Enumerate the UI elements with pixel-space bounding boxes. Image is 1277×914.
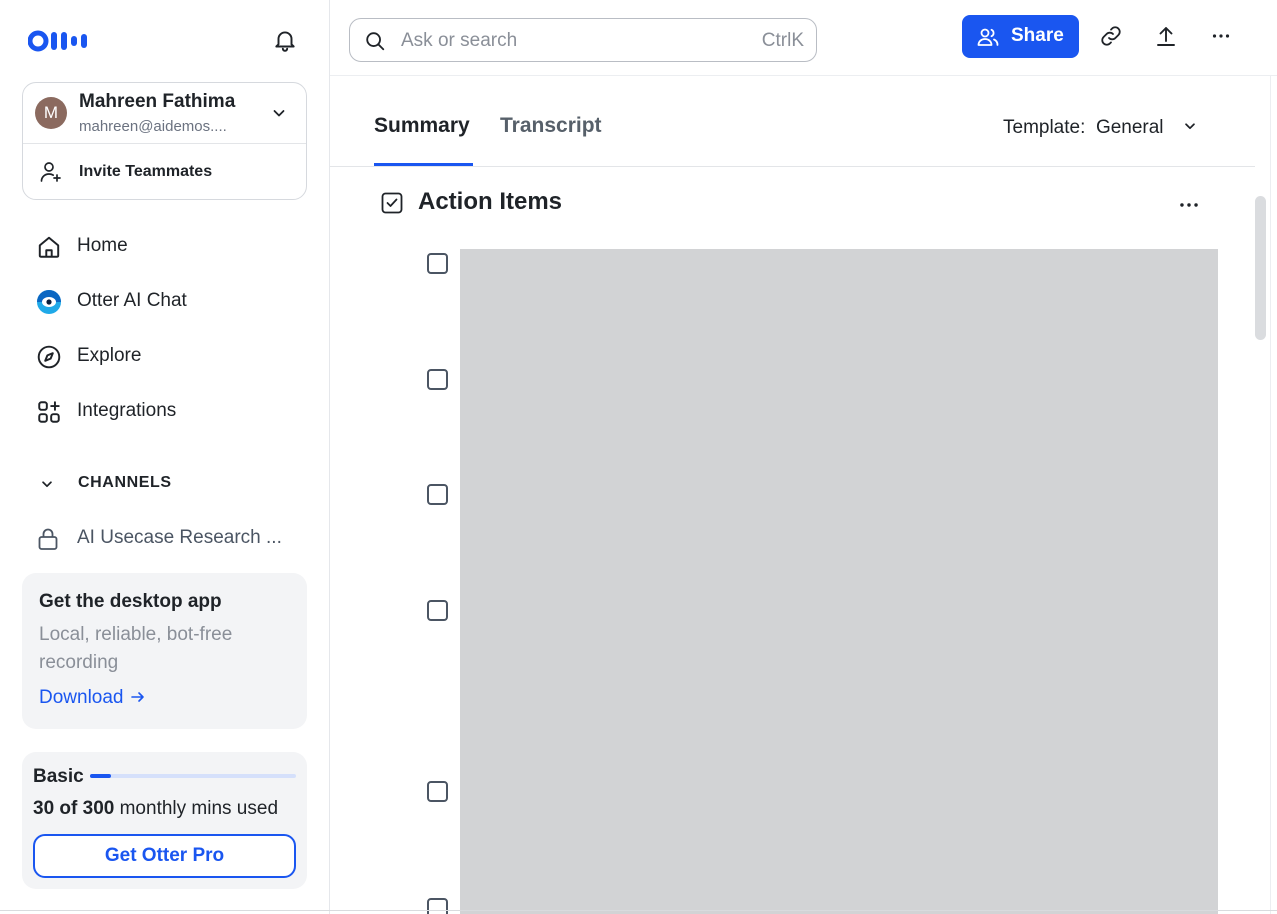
chevron-down-icon [1183,117,1197,131]
usage-count: 30 of 300 [33,798,115,819]
download-link-label: Download [39,687,124,708]
otter-app: M Mahreen Fathima mahreen@aidemos.... In… [0,0,1277,914]
top-bar: Ask or search CtrlK Share [330,0,1277,76]
more-horizontal-icon[interactable] [1209,24,1233,48]
active-tab-indicator [374,163,473,166]
action-item-checkbox[interactable] [427,781,448,802]
upload-icon[interactable] [1154,24,1178,48]
apps-grid-icon [36,399,62,425]
otter-logo[interactable] [27,28,98,54]
action-item-checkbox[interactable] [427,484,448,505]
invite-teammates-label: Invite Teammates [79,163,213,180]
account-card: M Mahreen Fathima mahreen@aidemos.... In… [22,82,307,200]
action-item-checkbox[interactable] [427,898,448,914]
sidebar-item-label: Otter AI Chat [77,290,187,311]
checkbox-checked-icon [380,191,404,215]
action-item-checkbox[interactable] [427,369,448,390]
usage-suffix: monthly mins used [114,798,279,819]
search-shortcut: CtrlK [761,30,804,51]
account-name: Mahreen Fathima [79,91,236,112]
avatar: M [35,97,67,129]
search-placeholder: Ask or search [401,30,518,51]
section-title: Action Items [418,188,563,215]
sidebar-item-label: Explore [77,345,142,366]
desktop-app-promo: Get the desktop app Local, reliable, bot… [22,573,307,729]
main-content: Summary Transcript Template: General Act… [330,76,1277,914]
divider [1270,76,1271,914]
sidebar-item-label: Home [77,235,128,256]
account-email: mahreen@aidemos.... [79,118,227,135]
sidebar-item-explore[interactable]: Explore [22,334,307,378]
template-selector[interactable]: Template: General [1003,117,1197,139]
link-icon[interactable] [1099,24,1123,48]
action-item-checkbox[interactable] [427,600,448,621]
promo-title: Get the desktop app [39,591,222,612]
usage-progress-fill [90,774,111,778]
otter-chat-icon [36,289,62,315]
scrollbar[interactable] [1255,196,1266,340]
template-label: Template: [1003,117,1086,138]
tab-bar: Summary Transcript Template: General [330,76,1255,167]
template-value: General [1095,117,1164,138]
lock-icon [36,526,60,552]
sidebar: M Mahreen Fathima mahreen@aidemos.... In… [0,0,330,914]
search-input[interactable]: Ask or search CtrlK [349,18,817,62]
invite-teammates-button[interactable]: Invite Teammates [23,144,306,199]
home-icon [36,234,62,260]
share-button[interactable]: Share [962,15,1079,58]
search-icon [364,30,386,52]
arrow-right-icon [130,689,146,705]
sidebar-item-integrations[interactable]: Integrations [22,389,307,433]
channel-item-label: AI Usecase Research ... [77,527,282,548]
channels-header-label: CHANNELS [78,474,172,491]
more-horizontal-icon[interactable] [1176,192,1202,218]
get-otter-pro-button[interactable]: Get Otter Pro [33,834,296,878]
action-items-header: Action Items [380,188,1230,218]
chevron-down-icon [271,105,287,121]
sidebar-item-otter-ai-chat[interactable]: Otter AI Chat [22,279,307,323]
promo-description: Local, reliable, bot-free recording [39,624,233,673]
notifications-bell-icon[interactable] [272,27,298,53]
sidebar-item-home[interactable]: Home [22,224,307,268]
share-button-label: Share [1011,25,1064,46]
sidebar-item-label: Integrations [77,400,177,421]
tab-transcript[interactable]: Transcript [500,114,602,138]
usage-text: 30 of 300 monthly mins used [33,798,278,820]
account-switcher[interactable]: M Mahreen Fathima mahreen@aidemos.... [23,83,306,144]
channels-toggle[interactable]: CHANNELS [22,466,307,500]
tab-summary[interactable]: Summary [374,114,470,138]
plan-usage-card: Basic 30 of 300 monthly mins used Get Ot… [22,752,307,889]
redacted-content [460,249,1218,914]
chevron-down-icon [40,477,54,491]
usage-progress-bar [90,774,296,778]
add-user-icon [39,160,63,184]
users-icon [976,25,1000,49]
plan-name: Basic [33,766,84,787]
divider [0,910,1277,911]
action-item-checkbox[interactable] [427,253,448,274]
channel-item[interactable]: AI Usecase Research ... [22,518,307,558]
download-link[interactable]: Download [39,687,146,709]
compass-icon [36,344,62,370]
